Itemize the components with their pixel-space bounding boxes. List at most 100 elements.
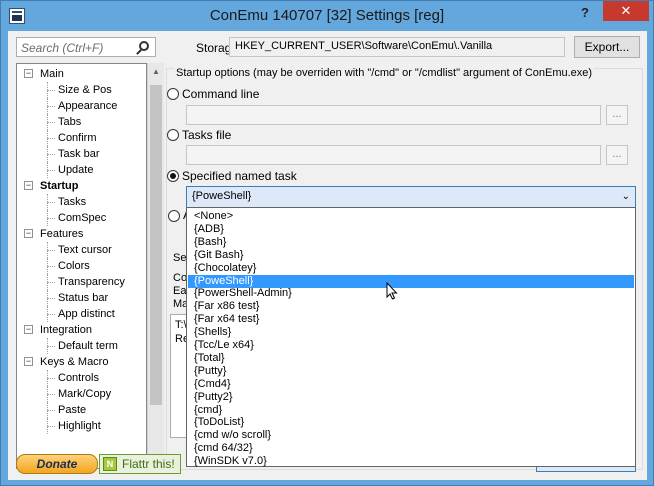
tree-item-confirm[interactable]: Confirm — [58, 130, 97, 146]
task-option[interactable]: {cmd} — [188, 404, 634, 417]
tree-item-transparency[interactable]: Transparency — [58, 274, 125, 290]
tree-item-integration[interactable]: Integration — [40, 322, 92, 338]
export-button[interactable]: Export... — [574, 36, 640, 58]
tasks-file-radio[interactable] — [167, 129, 179, 141]
collapse-icon[interactable]: − — [24, 181, 33, 190]
tasks-file-browse-button[interactable]: ... — [606, 145, 628, 165]
task-option[interactable]: {Git Bash} — [188, 249, 634, 262]
tree-item-tasks[interactable]: Tasks — [58, 194, 86, 210]
search-icon — [139, 41, 149, 51]
tree-connector — [47, 114, 48, 130]
collapse-icon[interactable]: − — [24, 357, 33, 366]
tree-connector — [47, 210, 48, 226]
task-option[interactable]: {ADB} — [188, 223, 634, 236]
task-option[interactable]: {PowerShell-Admin} — [188, 287, 634, 300]
title-bar[interactable]: ConEmu 140707 [32] Settings [reg] ? ✕ — [1, 1, 653, 31]
tree-item-default-term[interactable]: Default term — [58, 338, 118, 354]
tree-item-controls[interactable]: Controls — [58, 370, 99, 386]
close-button[interactable]: ✕ — [603, 1, 649, 21]
task-option[interactable]: {Chocolatey} — [188, 262, 634, 275]
task-option[interactable]: {Far x86 test} — [188, 300, 634, 313]
tasks-file-input[interactable] — [186, 145, 601, 165]
dialog-client-area: Search (Ctrl+F) − Main Size & Pos Appearanc… — [8, 31, 647, 480]
command-line-radio[interactable] — [167, 88, 179, 100]
tree-connector — [47, 242, 48, 258]
tree-item-startup[interactable]: Startup — [40, 178, 79, 194]
task-option[interactable]: {Putty} — [188, 365, 634, 378]
tree-connector — [47, 106, 55, 107]
tree-item-text-cursor[interactable]: Text cursor — [58, 242, 112, 258]
collapse-icon[interactable]: − — [24, 229, 33, 238]
task-option[interactable]: <None> — [188, 210, 634, 223]
storage-path-field[interactable]: HKEY_CURRENT_USER\Software\ConEmu\.Vanil… — [229, 37, 565, 57]
tree-item-appearance[interactable]: Appearance — [58, 98, 117, 114]
task-option[interactable]: {Putty2} — [188, 391, 634, 404]
task-option[interactable]: {PoweShell} — [188, 274, 634, 288]
search-input[interactable]: Search (Ctrl+F) — [16, 37, 156, 57]
tree-item-app-distinct[interactable]: App distinct — [58, 306, 115, 322]
tree-item-label: Colors — [58, 260, 90, 272]
named-task-dropdown-list[interactable]: <None> {ADB} {Bash} {Git Bash} {Chocolatey}{… — [186, 207, 636, 467]
tree-item-label: Transparency — [58, 276, 125, 288]
task-option[interactable]: {Bash} — [188, 236, 634, 249]
task-option[interactable]: {cmd w/o scroll} — [188, 429, 634, 442]
task-option[interactable]: {Far x64 test} — [188, 313, 634, 326]
tree-item-label: Mark/Copy — [58, 388, 112, 400]
tree-connector — [47, 290, 48, 306]
tree-item-label: Keys & Macro — [40, 356, 109, 368]
auto-save-radio[interactable] — [168, 210, 180, 222]
tree-item-label: Startup — [40, 180, 79, 192]
tree-connector — [47, 346, 55, 347]
tree-item-status-bar[interactable]: Status bar — [58, 290, 108, 306]
flattr-button[interactable]: N Flattr this! — [99, 454, 181, 474]
tree-item-label: Main — [40, 68, 64, 80]
tree-item-paste[interactable]: Paste — [58, 402, 86, 418]
tree-item-highlight[interactable]: Highlight — [58, 418, 101, 434]
tree-connector — [47, 130, 48, 146]
tree-item-colors[interactable]: Colors — [58, 258, 90, 274]
tree-connector — [47, 170, 55, 171]
task-option[interactable]: {ToDoList} — [188, 416, 634, 429]
help-button[interactable]: ? — [573, 3, 597, 23]
tree-item-keys-macro[interactable]: Keys & Macro — [40, 354, 108, 370]
textbox-line: T:\ — [175, 319, 187, 331]
tree-item-main[interactable]: Main — [40, 66, 64, 82]
donate-button[interactable]: Donate — [16, 454, 98, 474]
task-option[interactable]: {Total} — [188, 352, 634, 365]
named-task-select[interactable]: {PoweShell} ⌄ — [186, 186, 636, 208]
settings-tree[interactable]: − Main Size & Pos Appearance Tabs Confirm Task… — [16, 63, 147, 469]
tree-item-label: Status bar — [58, 292, 109, 304]
chevron-down-icon[interactable]: ⌄ — [622, 191, 630, 202]
command-line-input[interactable] — [186, 105, 601, 125]
tree-connector — [47, 218, 55, 219]
named-task-radio[interactable] — [167, 170, 179, 182]
tree-connector — [47, 418, 48, 434]
command-line-browse-button[interactable]: ... — [606, 105, 628, 125]
tree-scrollbar[interactable]: ▲ ▼ — [147, 63, 164, 469]
tree-connector — [47, 98, 48, 114]
task-option[interactable]: {Tcc/Le x64} — [188, 339, 634, 352]
tree-item-tabs[interactable]: Tabs — [58, 114, 81, 130]
tree-item-update[interactable]: Update — [58, 162, 93, 178]
tree-item-features[interactable]: Features — [40, 226, 83, 242]
task-option[interactable]: {cmd 64/32} — [188, 442, 634, 455]
scroll-thumb[interactable] — [150, 85, 162, 405]
tree-connector — [47, 394, 55, 395]
tree-connector — [47, 122, 55, 123]
collapse-icon[interactable]: − — [24, 325, 33, 334]
scroll-up-icon[interactable]: ▲ — [151, 67, 161, 76]
tree-item-size-pos[interactable]: Size & Pos — [58, 82, 112, 98]
command-line-label: Command line — [182, 87, 260, 101]
task-option[interactable]: {WinSDK v7.0} — [188, 455, 634, 468]
task-option[interactable]: {Cmd4} — [188, 378, 634, 391]
tree-item-label: Tabs — [58, 116, 82, 128]
tree-item-comspec[interactable]: ComSpec — [58, 210, 106, 226]
tree-item-label: App distinct — [58, 308, 115, 320]
named-task-value: {PoweShell} — [192, 190, 252, 202]
tree-connector — [47, 266, 55, 267]
collapse-icon[interactable]: − — [24, 69, 33, 78]
tree-item-task-bar[interactable]: Task bar — [58, 146, 100, 162]
tree-item-mark-copy[interactable]: Mark/Copy — [58, 386, 111, 402]
tree-item-label: Size & Pos — [58, 84, 112, 96]
task-option[interactable]: {Shells} — [188, 326, 634, 339]
